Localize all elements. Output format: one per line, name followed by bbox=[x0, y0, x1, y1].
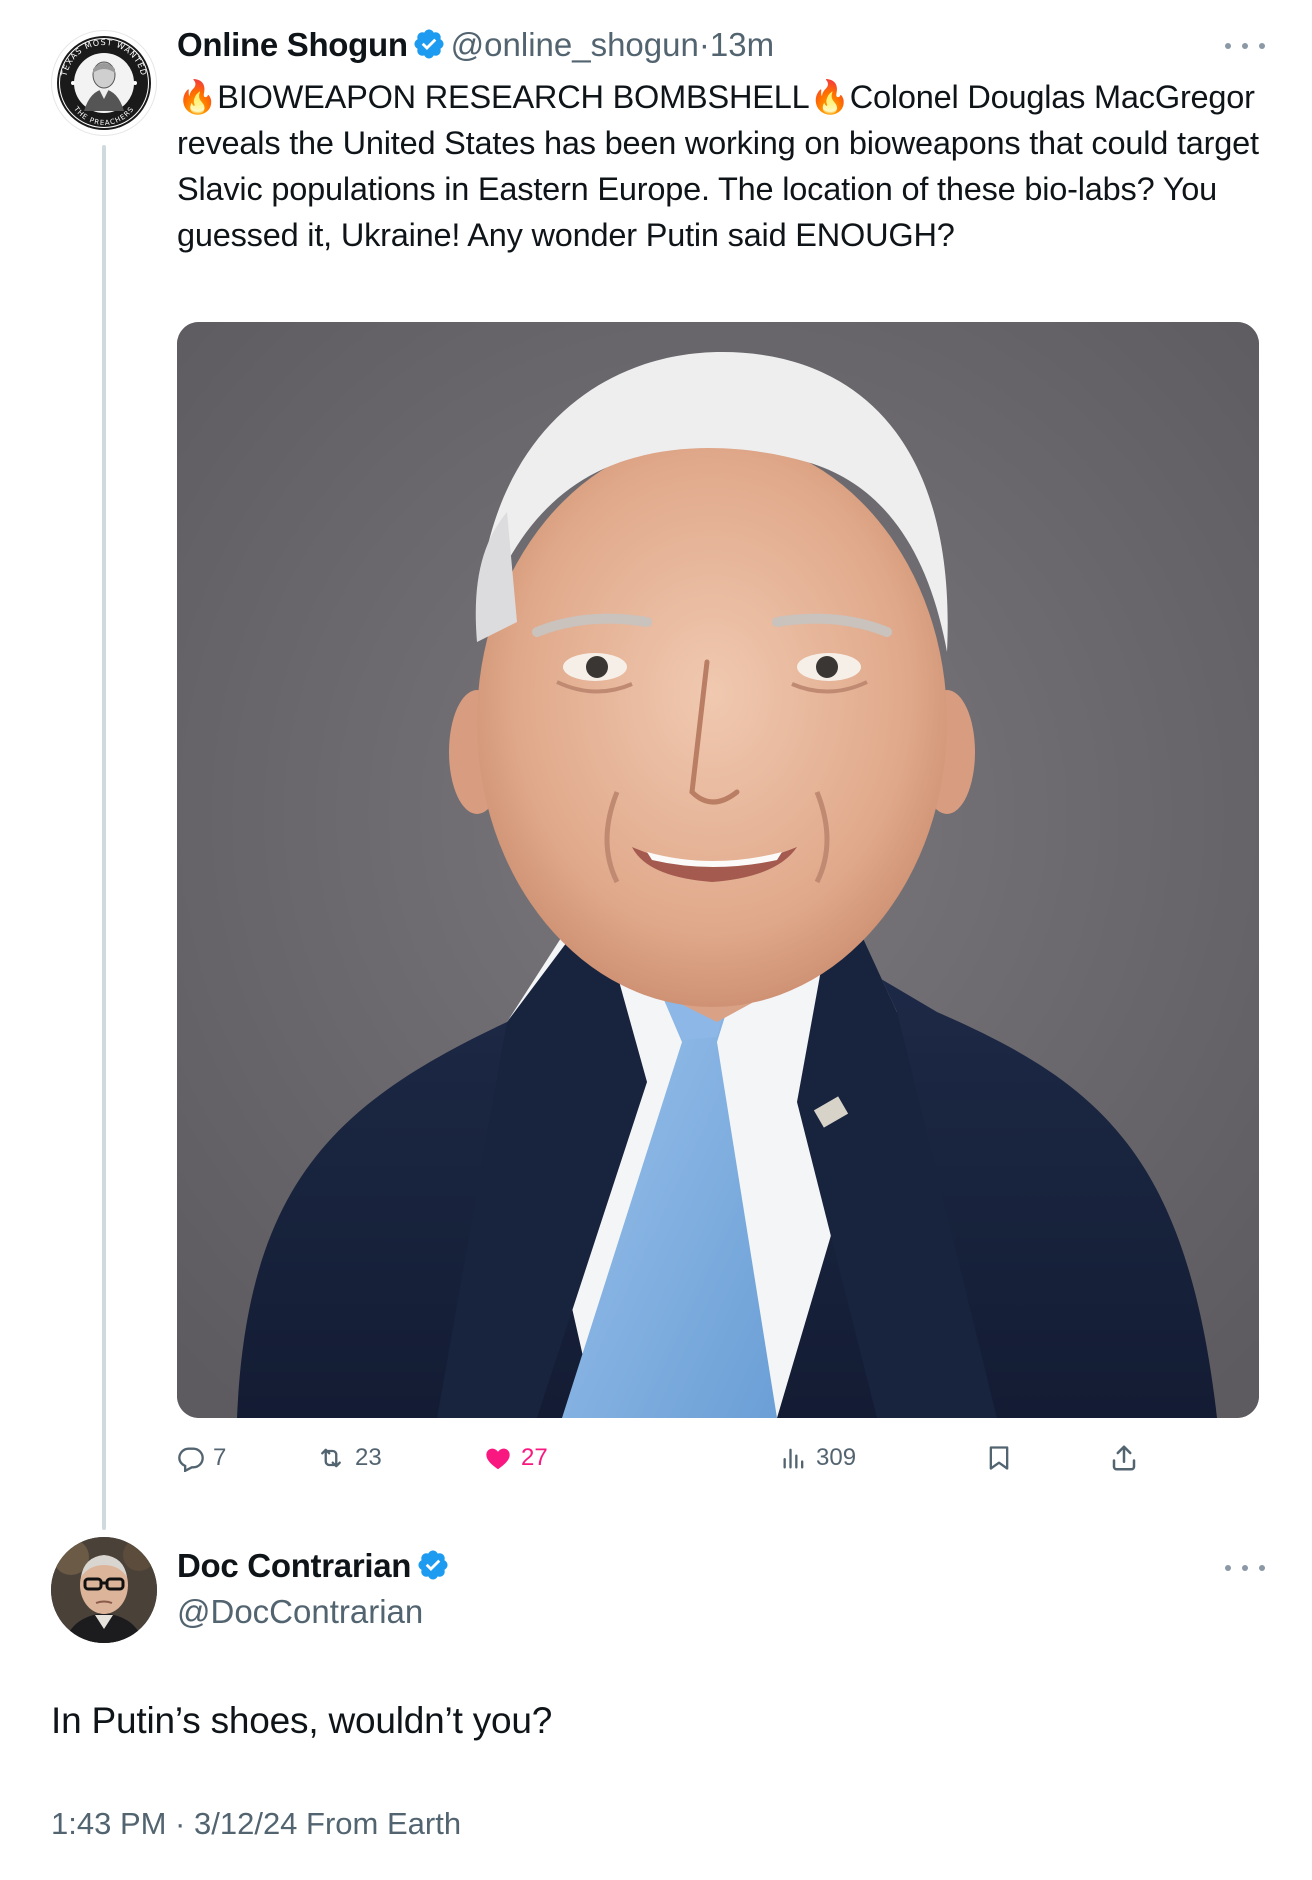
repost-button[interactable]: 23 bbox=[315, 1436, 382, 1480]
doc-contrarian-avatar[interactable] bbox=[51, 1537, 157, 1643]
tweet-age[interactable]: 13m bbox=[710, 26, 774, 63]
author-handle[interactable]: @online_shogun bbox=[451, 26, 699, 63]
reply-count: 7 bbox=[213, 1444, 227, 1471]
heart-filled-icon bbox=[486, 1448, 510, 1470]
verified-badge-icon bbox=[418, 1550, 448, 1580]
fire-emoji-icon: 🔥 bbox=[809, 79, 850, 115]
parent-tweet-text: 🔥BIOWEAPON RESEARCH BOMBSHELL🔥Colonel Do… bbox=[177, 74, 1267, 258]
tweet-media-photo[interactable] bbox=[177, 322, 1259, 1418]
reply-button[interactable]: 7 bbox=[177, 1436, 226, 1480]
parent-tweet-header: Online Shogun @online_shogun·13m bbox=[177, 26, 774, 64]
reply-tweet-header: Doc Contrarian bbox=[177, 1547, 450, 1585]
more-options-icon[interactable] bbox=[1225, 36, 1265, 56]
doc-contrarian-avatar-icon bbox=[51, 1537, 157, 1643]
reply-author-name[interactable]: Doc Contrarian bbox=[177, 1547, 411, 1584]
repost-icon bbox=[321, 1448, 341, 1468]
tweet-headline: BIOWEAPON RESEARCH BOMBSHELL bbox=[217, 79, 810, 115]
reply-timestamp[interactable]: 1:43 PM · 3/12/24 From Earth bbox=[51, 1806, 461, 1842]
tweet-action-bar: 7 23 27 309 bbox=[177, 1436, 1177, 1480]
bookmark-button[interactable] bbox=[985, 1436, 1013, 1480]
fire-emoji-icon: 🔥 bbox=[177, 79, 218, 115]
reply-icon bbox=[178, 1447, 204, 1472]
like-count: 27 bbox=[521, 1444, 548, 1471]
meta-separator: · bbox=[698, 26, 710, 63]
views-chart-icon bbox=[783, 1448, 804, 1469]
share-button[interactable] bbox=[1109, 1436, 1139, 1480]
online-shogun-avatar[interactable]: TEXAS MOST WANTED THE PREACHERS bbox=[51, 30, 157, 136]
like-button[interactable]: 27 bbox=[483, 1436, 548, 1480]
view-count: 309 bbox=[816, 1444, 857, 1471]
texas-seal-avatar-icon: TEXAS MOST WANTED THE PREACHERS bbox=[57, 36, 151, 130]
thread-connector-line bbox=[102, 145, 106, 1530]
share-icon bbox=[1112, 1445, 1136, 1471]
portrait-photo bbox=[177, 322, 1259, 1418]
views-button[interactable]: 309 bbox=[780, 1436, 856, 1480]
reply-more-options-icon[interactable] bbox=[1225, 1558, 1265, 1578]
reply-tweet-text: In Putin’s shoes, wouldn’t you? bbox=[51, 1700, 553, 1741]
author-name[interactable]: Online Shogun bbox=[177, 26, 408, 63]
bookmark-icon bbox=[989, 1446, 1009, 1470]
repost-count: 23 bbox=[355, 1444, 382, 1471]
verified-badge-icon bbox=[414, 29, 444, 59]
reply-author-handle[interactable]: @DocContrarian bbox=[177, 1593, 423, 1631]
